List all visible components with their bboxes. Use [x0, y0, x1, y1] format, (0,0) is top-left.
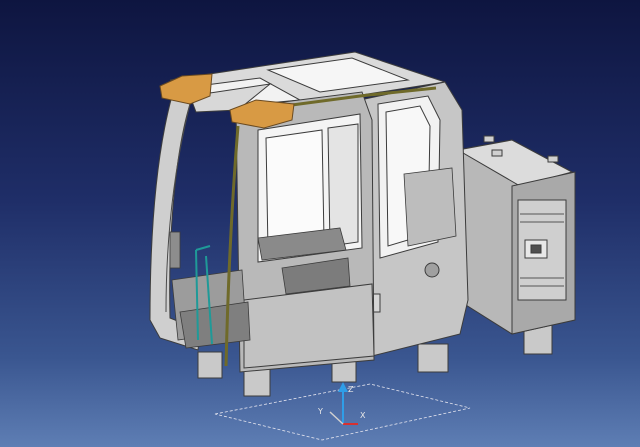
side-emblem: [424, 262, 440, 278]
compass-x-label: X: [360, 411, 366, 420]
3d-viewport[interactable]: X Y Z: [0, 0, 640, 447]
hood-bolt: [547, 155, 559, 163]
compass-y-label: Y: [317, 407, 323, 416]
compass[interactable]: X Y Z: [317, 382, 366, 425]
rear-hood: [456, 135, 576, 335]
hood-bolt: [483, 135, 495, 143]
compass-y-axis: [329, 411, 344, 425]
compass-z-label: Z: [348, 385, 354, 394]
cab-model-scene[interactable]: X Y Z: [0, 0, 640, 447]
mount-foot: [197, 351, 223, 379]
seat-back: [403, 167, 457, 247]
compass-z-arrow: [338, 382, 348, 392]
mount-foot: [417, 343, 449, 373]
hood-bolt: [491, 149, 503, 157]
control-lever: [169, 231, 181, 269]
